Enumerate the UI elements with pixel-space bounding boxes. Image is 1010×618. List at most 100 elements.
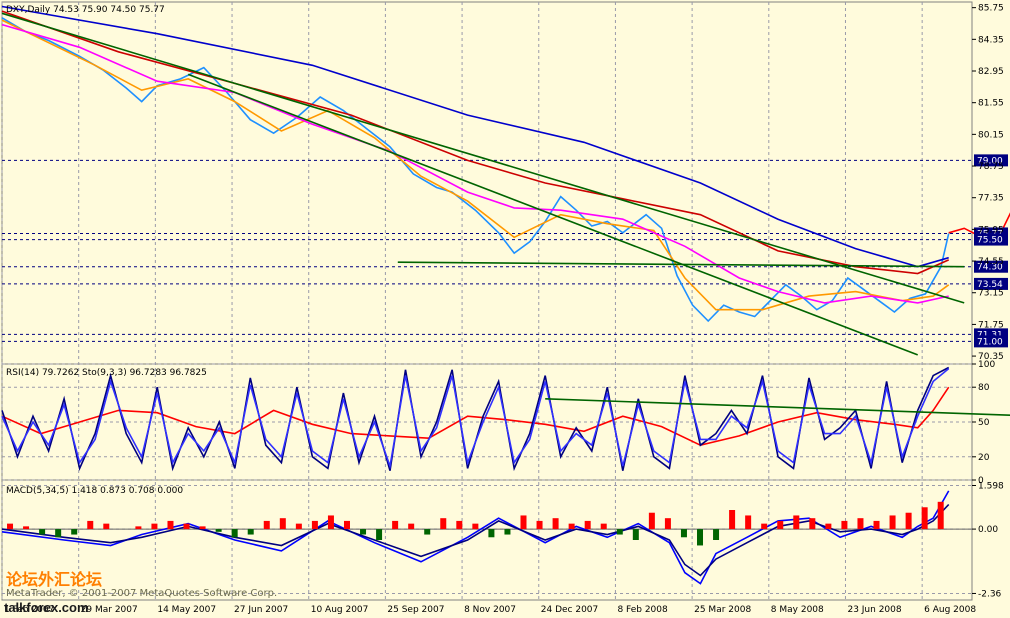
x-tick-label: 25 Mar 2008 bbox=[694, 605, 751, 615]
macd-histogram-bar bbox=[697, 529, 704, 546]
macd-histogram-bar bbox=[135, 526, 142, 530]
y-tick-label: 78.75 bbox=[978, 162, 1004, 172]
macd-histogram-bar bbox=[408, 523, 415, 530]
x-tick-label: 8 Feb 2008 bbox=[617, 605, 668, 615]
x-tick-label: 24 Dec 2007 bbox=[541, 605, 599, 615]
x-tick-label: 14 May 2007 bbox=[157, 605, 216, 615]
y-tick-label: 85.75 bbox=[978, 4, 1004, 14]
y-tick-label: 84.35 bbox=[978, 35, 1004, 45]
x-tick-label: 27 Jun 2007 bbox=[234, 605, 288, 615]
macd-histogram-bar bbox=[713, 529, 720, 540]
macd-histogram-bar bbox=[536, 520, 543, 530]
macd-histogram-bar bbox=[23, 526, 30, 530]
macd-histogram-bar bbox=[440, 518, 447, 530]
macd-histogram-bar bbox=[279, 518, 286, 530]
macd-histogram-bar bbox=[809, 518, 816, 530]
macd-histogram-bar bbox=[552, 518, 559, 530]
watermark-site: talkforex.com bbox=[4, 600, 89, 615]
macd-histogram-bar bbox=[263, 520, 270, 530]
macd-histogram-bar bbox=[745, 515, 752, 530]
macd-histogram-bar bbox=[71, 529, 78, 535]
macd-histogram-bar bbox=[215, 529, 222, 532]
macd-histogram-bar bbox=[793, 515, 800, 530]
x-tick-label: 6 Aug 2008 bbox=[924, 605, 976, 615]
y-tick-label: 75.95 bbox=[978, 225, 1004, 235]
macd-histogram-bar bbox=[167, 520, 174, 530]
x-tick-label: 10 Aug 2007 bbox=[311, 605, 369, 615]
y-tick-label: 77.35 bbox=[978, 194, 1004, 204]
macd-histogram-bar bbox=[392, 520, 399, 530]
macd-histogram-bar bbox=[921, 507, 928, 530]
macd-histogram-bar bbox=[311, 520, 318, 530]
x-tick-label: 8 May 2008 bbox=[771, 605, 824, 615]
macd-histogram-bar bbox=[360, 529, 367, 535]
macd-histogram-bar bbox=[584, 520, 591, 530]
y-tick-label: 80 bbox=[978, 383, 990, 393]
macd-histogram-bar bbox=[376, 529, 383, 540]
macd-histogram-bar bbox=[231, 529, 238, 538]
level-tag-label: 71.00 bbox=[977, 337, 1003, 347]
macd-histogram-bar bbox=[857, 518, 864, 530]
macd-histogram-bar bbox=[504, 529, 511, 535]
macd-histogram-bar bbox=[600, 523, 607, 530]
macd-histogram-bar bbox=[664, 518, 671, 530]
macd-panel bbox=[1, 479, 973, 601]
macd-histogram-bar bbox=[151, 523, 158, 530]
macd-histogram-bar bbox=[905, 512, 912, 530]
macd-panel-title: MACD(5,34,5) 1.418 0.873 0.708 0.000 bbox=[6, 486, 183, 496]
y-tick-label: 0.00 bbox=[978, 525, 998, 535]
macd-histogram-bar bbox=[247, 529, 254, 535]
y-tick-label: 71.75 bbox=[978, 320, 1004, 330]
y-tick-label: 100 bbox=[978, 360, 995, 370]
watermark-forum: 论坛外汇论坛 bbox=[6, 570, 102, 589]
y-tick-label: 81.55 bbox=[978, 99, 1004, 109]
macd-histogram-bar bbox=[488, 529, 495, 538]
price-tags: 79.0075.7775.5074.3073.5471.3171.00 bbox=[974, 154, 1008, 348]
price-panel-title: DXY,Daily 74.53 75.90 74.50 75.77 bbox=[6, 5, 165, 15]
y-tick-label: 74.55 bbox=[978, 257, 1004, 267]
macd-histogram-bar bbox=[456, 520, 463, 530]
y-tick-label: 80.15 bbox=[978, 130, 1004, 140]
x-tick-label: 8 Nov 2007 bbox=[464, 605, 516, 615]
y-tick-label: -2.36 bbox=[978, 589, 1002, 599]
macd-histogram-bar bbox=[424, 529, 431, 535]
x-tick-label: 23 Jun 2008 bbox=[847, 605, 901, 615]
macd-histogram-bar bbox=[841, 520, 848, 530]
macd-histogram-bar bbox=[199, 526, 206, 530]
macd-histogram-bar bbox=[103, 523, 110, 530]
macd-histogram-bar bbox=[55, 529, 62, 538]
macd-histogram-bar bbox=[761, 523, 768, 530]
macd-histogram-bar bbox=[568, 523, 575, 530]
y-tick-label: 20 bbox=[978, 453, 990, 463]
macd-histogram-bar bbox=[295, 523, 302, 530]
macd-histogram-bar bbox=[327, 515, 334, 530]
macd-histogram-bar bbox=[183, 523, 190, 530]
y-tick-label: 50 bbox=[978, 418, 990, 428]
macd-histogram-bar bbox=[680, 529, 687, 538]
macd-histogram-bar bbox=[873, 520, 880, 530]
macd-histogram-bar bbox=[87, 520, 94, 530]
macd-histogram-bar bbox=[343, 520, 350, 530]
x-tick-label: 29 Mar 2007 bbox=[81, 605, 138, 615]
x-axis: 1 Feb 2007 29 Mar 2007 14 May 2007 27 Jun 2… bbox=[4, 605, 976, 615]
y-tick-label: 1.598 bbox=[978, 482, 1004, 492]
macd-histogram-bar bbox=[937, 501, 944, 530]
macd-histogram-bar bbox=[632, 529, 639, 540]
chart-root: 79.0075.7775.5074.3073.5471.3171.00 85.7… bbox=[1, 1, 1010, 615]
y-tick-label: 73.15 bbox=[978, 289, 1004, 299]
x-tick-label: 25 Sep 2007 bbox=[387, 605, 444, 615]
macd-histogram-bar bbox=[648, 512, 655, 530]
macd-histogram-bar bbox=[889, 515, 896, 530]
y-axis: 85.75 84.35 82.95 81.55 80.15 78.75 77.35 75.95… bbox=[972, 4, 1004, 599]
macd-histogram-bar bbox=[472, 523, 479, 530]
macd-histogram-bar bbox=[729, 510, 736, 530]
macd-histogram-bar bbox=[777, 520, 784, 530]
y-tick-label: 82.95 bbox=[978, 67, 1004, 77]
macd-histogram-bar bbox=[825, 523, 832, 530]
watermark-copyright: MetaTrader, © 2001-2007 MetaQuotes Softw… bbox=[6, 588, 277, 599]
macd-histogram-bar bbox=[520, 515, 527, 530]
level-tag-label: 75.50 bbox=[977, 236, 1003, 246]
macd-histogram-bar bbox=[616, 529, 623, 535]
macd-histogram-bar bbox=[39, 529, 46, 535]
macd-histogram-bar bbox=[7, 523, 14, 530]
